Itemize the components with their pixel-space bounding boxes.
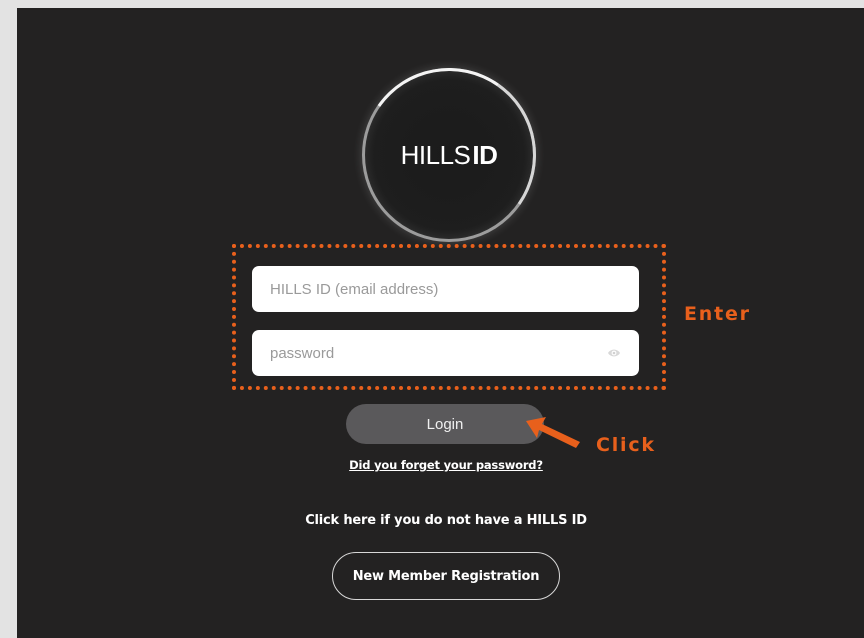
email-input[interactable] [268,279,623,299]
logo-text-bold: ID [472,139,498,170]
arrow-icon [526,417,580,448]
login-button[interactable]: Login [346,404,544,444]
password-field[interactable] [252,330,639,376]
logo-text-regular: HILLS [400,139,471,170]
forgot-password-link[interactable]: Did you forget your password? [0,458,864,472]
password-input[interactable] [268,343,623,363]
hills-id-logo: HILLSID [362,68,536,242]
email-field[interactable] [252,266,639,312]
logo-text: HILLSID [401,140,498,171]
eye-icon[interactable] [607,347,621,359]
enter-annotation: Enter [684,303,751,325]
registration-prompt: Click here if you do not have a HILLS ID [305,513,587,528]
new-member-registration-button[interactable]: New Member Registration [332,552,560,600]
click-annotation: Click [596,434,656,456]
